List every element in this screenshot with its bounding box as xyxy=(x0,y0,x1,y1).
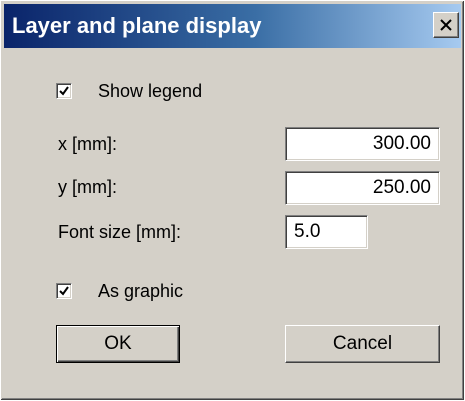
as-graphic-checkbox[interactable] xyxy=(56,283,72,299)
check-icon xyxy=(59,286,69,296)
layer-plane-dialog: Layer and plane display Show legend x [m… xyxy=(0,0,465,401)
x-label: x [mm]: xyxy=(58,134,117,154)
dialog-title: Layer and plane display xyxy=(12,13,262,38)
as-graphic-label[interactable]: As graphic xyxy=(98,280,183,302)
y-input[interactable]: 250.00 xyxy=(285,171,440,205)
close-icon xyxy=(440,19,452,31)
ok-button[interactable]: OK xyxy=(56,325,180,363)
x-input[interactable]: 300.00 xyxy=(285,127,440,161)
close-button[interactable] xyxy=(433,12,459,38)
font-size-input[interactable]: 5.0 xyxy=(285,215,368,249)
show-legend-label[interactable]: Show legend xyxy=(98,80,202,102)
title-bar[interactable]: Layer and plane display xyxy=(4,4,461,48)
font-size-label: Font size [mm]: xyxy=(58,222,182,242)
show-legend-checkbox[interactable] xyxy=(56,83,72,99)
cancel-button[interactable]: Cancel xyxy=(285,325,440,363)
check-icon xyxy=(59,86,69,96)
y-label: y [mm]: xyxy=(58,177,117,197)
